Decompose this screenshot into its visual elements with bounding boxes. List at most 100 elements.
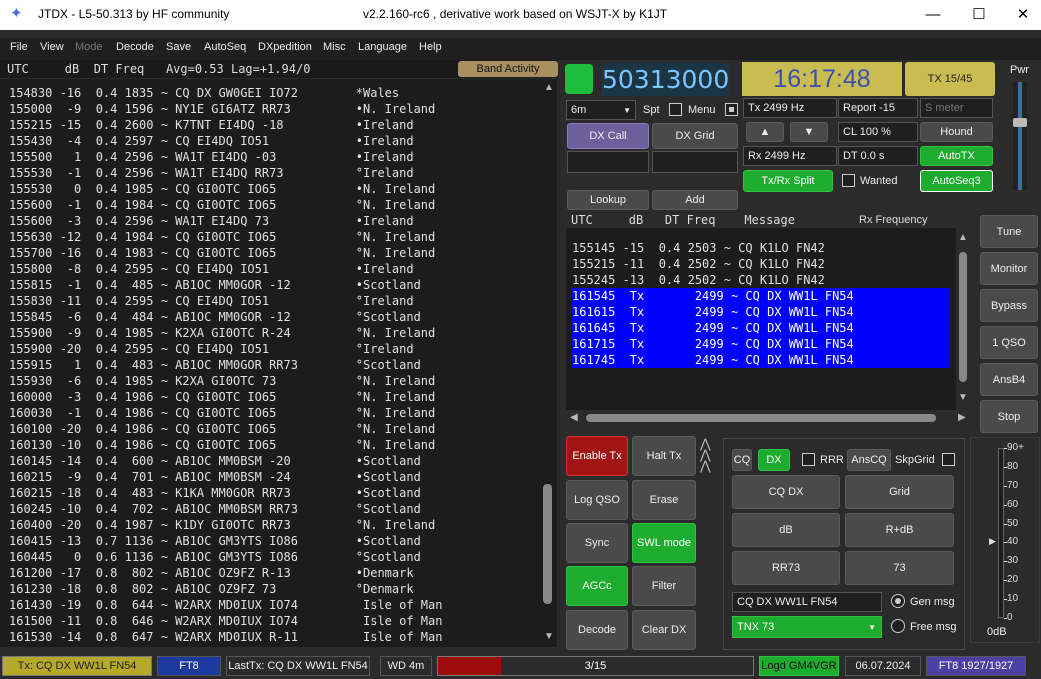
- sync-button[interactable]: Sync: [566, 523, 628, 563]
- rx-hscroll-thumb[interactable]: [586, 414, 936, 422]
- band-select[interactable]: 6m ▼: [566, 100, 636, 120]
- rx-row-tx[interactable]: 161745 Tx 2499 ~ CQ DX WW1L FN54: [572, 352, 950, 368]
- 73-button[interactable]: 73: [845, 551, 954, 585]
- dx-call-input[interactable]: [567, 151, 649, 173]
- dt-spinbox[interactable]: DT 0.0 s: [838, 146, 918, 166]
- anscq-button[interactable]: AnsCQ: [847, 449, 891, 471]
- band-activity-row[interactable]: 160030 -1 0.4 1986 ~ CQ GI0OTC IO65 °N. …: [9, 405, 435, 421]
- enable-tx-button[interactable]: Enable Tx: [566, 436, 628, 476]
- band-activity-row[interactable]: 160145 -14 0.4 600 ~ AB1OC MM0BSM -20 •S…: [9, 453, 421, 469]
- freq-down-button[interactable]: ▼: [790, 122, 828, 142]
- band-activity-row[interactable]: 160415 -13 0.7 1136 ~ AB1OC GM3YTS IO86 …: [9, 533, 421, 549]
- halt-tx-button[interactable]: Halt Tx: [632, 436, 696, 476]
- menu-save[interactable]: Save: [166, 41, 191, 53]
- autoseq3-button[interactable]: AutoSeq3: [920, 170, 993, 192]
- rx-row-tx[interactable]: 161545 Tx 2499 ~ CQ DX WW1L FN54: [572, 288, 950, 304]
- erase-button[interactable]: Erase: [632, 480, 696, 520]
- minimize-button[interactable]: —: [910, 0, 956, 30]
- band-activity-row[interactable]: 160215 -9 0.4 701 ~ AB1OC MM0BSM -24 •Sc…: [9, 469, 421, 485]
- band-activity-row[interactable]: 155700 -16 0.4 1983 ~ CQ GI0OTC IO65 °N.…: [9, 245, 435, 261]
- band-activity-row[interactable]: 160245 -10 0.4 702 ~ AB1OC MM0BSM RR73 °…: [9, 501, 421, 517]
- band-activity-row[interactable]: 161500 -11 0.8 646 ~ W2ARX MD0IUX IO74 I…: [9, 613, 442, 629]
- autotx-button[interactable]: AutoTX: [920, 146, 993, 166]
- monitor-button[interactable]: Monitor: [980, 252, 1038, 285]
- cq-button[interactable]: CQ: [732, 449, 752, 471]
- band-activity-row[interactable]: 160000 -3 0.4 1986 ~ CQ GI0OTC IO65 °N. …: [9, 389, 435, 405]
- menu-file[interactable]: File: [10, 41, 28, 53]
- menu-autoseq[interactable]: AutoSeq: [204, 41, 246, 53]
- skpgrid-checkbox[interactable]: [942, 453, 955, 466]
- close-button[interactable]: ✕: [1000, 0, 1041, 30]
- scroll-up-icon[interactable]: ▲: [958, 232, 968, 243]
- band-activity-row[interactable]: 160100 -20 0.4 1986 ~ CQ GI0OTC IO65 °N.…: [9, 421, 435, 437]
- report-spinbox[interactable]: Report -15: [838, 98, 918, 118]
- menu-help[interactable]: Help: [419, 41, 442, 53]
- band-activity-row[interactable]: 155900 -9 0.4 1985 ~ K2XA GI0OTC R-24 °N…: [9, 325, 435, 341]
- menu-checkbox[interactable]: [725, 103, 738, 116]
- tune-button[interactable]: Tune: [980, 215, 1038, 248]
- band-activity-row[interactable]: 155900 -20 0.4 2595 ~ CQ EI4DQ IO51 °Ire…: [9, 341, 414, 357]
- tx-frequency-spinbox[interactable]: Tx 2499 Hz: [743, 98, 837, 118]
- scroll-down-icon[interactable]: ▼: [544, 631, 554, 642]
- power-slider[interactable]: [1013, 82, 1027, 190]
- band-activity-row[interactable]: 155530 0 0.4 1985 ~ CQ GI0OTC IO65 •N. I…: [9, 181, 435, 197]
- band-activity-list[interactable]: 154830 -16 0.4 1835 ~ CQ DX GW0GEI IO72 …: [0, 79, 540, 647]
- db-button[interactable]: dB: [732, 513, 840, 547]
- rx-row-tx[interactable]: 161645 Tx 2499 ~ CQ DX WW1L FN54: [572, 320, 950, 336]
- band-activity-row[interactable]: 161230 -18 0.8 802 ~ AB1OC OZ9FZ 73 °Den…: [9, 581, 414, 597]
- rx-hscrollbar[interactable]: ◀ ▶: [566, 410, 970, 426]
- lookup-button[interactable]: Lookup: [567, 190, 649, 210]
- dx-grid-button[interactable]: DX Grid: [652, 123, 738, 149]
- cl-spinbox[interactable]: CL 100 %: [838, 122, 918, 142]
- band-activity-scrollbar[interactable]: ▲ ▼: [540, 79, 557, 647]
- band-activity-row[interactable]: 155215 -15 0.4 2600 ~ K7TNT EI4DQ -18 •I…: [9, 117, 414, 133]
- menu-misc[interactable]: Misc: [323, 41, 346, 53]
- tx-rx-split-button[interactable]: Tx/Rx Split: [743, 170, 833, 192]
- bypass-button[interactable]: Bypass: [980, 289, 1038, 322]
- rx-row[interactable]: 155245 -13 0.4 2502 ~ CQ K1LO FN42: [572, 272, 950, 288]
- filter-button[interactable]: Filter: [632, 566, 696, 606]
- rx-vscrollbar[interactable]: ▲ ▼: [956, 232, 970, 408]
- rx-row-tx[interactable]: 161615 Tx 2499 ~ CQ DX WW1L FN54: [572, 304, 950, 320]
- band-activity-row[interactable]: 155830 -11 0.4 2595 ~ CQ EI4DQ IO51 °Ire…: [9, 293, 414, 309]
- band-activity-row[interactable]: 155530 -1 0.4 2596 ~ WA1T EI4DQ RR73 °Ir…: [9, 165, 414, 181]
- decode-button[interactable]: Decode: [566, 610, 628, 650]
- rx-row-tx[interactable]: 161715 Tx 2499 ~ CQ DX WW1L FN54: [572, 336, 950, 352]
- band-activity-row[interactable]: 161430 -19 0.8 644 ~ W2ARX MD0IUX IO74 I…: [9, 597, 442, 613]
- tab-arrows-icon[interactable]: ⋀ ⋀ ⋀: [700, 437, 711, 472]
- band-activity-row[interactable]: 160215 -18 0.4 483 ~ K1KA MM0GOR RR73 •S…: [9, 485, 421, 501]
- band-activity-row[interactable]: 155915 1 0.4 483 ~ AB1OC MM0GOR RR73 °Sc…: [9, 357, 421, 373]
- maximize-button[interactable]: ☐: [956, 0, 1002, 30]
- power-slider-knob[interactable]: [1013, 118, 1027, 127]
- band-activity-row[interactable]: 155430 -4 0.4 2597 ~ CQ EI4DQ IO51 •Irel…: [9, 133, 414, 149]
- grid-button[interactable]: Grid: [845, 475, 954, 509]
- free-msg-radio[interactable]: [891, 619, 905, 633]
- one-qso-button[interactable]: 1 QSO: [980, 326, 1038, 359]
- rx-row[interactable]: 155215 -11 0.4 2502 ~ CQ K1LO FN42: [572, 256, 950, 272]
- clear-dx-button[interactable]: Clear DX: [632, 610, 696, 650]
- band-activity-row[interactable]: 155000 -9 0.4 1596 ~ NY1E GI6ATZ RR73 •N…: [9, 101, 435, 117]
- scroll-right-icon[interactable]: ▶: [958, 412, 966, 423]
- band-activity-row[interactable]: 160130 -10 0.4 1986 ~ CQ GI0OTC IO65 °N.…: [9, 437, 435, 453]
- gen-msg-radio[interactable]: [891, 594, 905, 608]
- scroll-up-icon[interactable]: ▲: [544, 82, 554, 93]
- band-activity-row[interactable]: 155630 -12 0.4 1984 ~ CQ GI0OTC IO65 °N.…: [9, 229, 435, 245]
- agcc-button[interactable]: AGCc: [566, 566, 628, 606]
- menu-mode[interactable]: Mode: [75, 41, 103, 53]
- band-activity-row[interactable]: 154830 -16 0.4 1835 ~ CQ DX GW0GEI IO72 …: [9, 85, 399, 101]
- rx-frequency-list[interactable]: 155145 -15 0.4 2503 ~ CQ K1LO FN42 155215…: [566, 228, 956, 410]
- log-qso-button[interactable]: Log QSO: [566, 480, 628, 520]
- band-activity-row[interactable]: 160445 0 0.6 1136 ~ AB1OC GM3YTS IO86 °S…: [9, 549, 421, 565]
- band-activity-row[interactable]: 155600 -3 0.4 2596 ~ WA1T EI4DQ 73 •Irel…: [9, 213, 414, 229]
- menu-language[interactable]: Language: [358, 41, 407, 53]
- cq-dx-button[interactable]: CQ DX: [732, 475, 840, 509]
- scroll-left-icon[interactable]: ◀: [570, 412, 578, 423]
- menu-dxpedition[interactable]: DXpedition: [258, 41, 312, 53]
- rx-row[interactable]: 155145 -15 0.4 2503 ~ CQ K1LO FN42: [572, 240, 950, 256]
- menu-view[interactable]: View: [40, 41, 64, 53]
- band-activity-row[interactable]: 155500 1 0.4 2596 ~ WA1T EI4DQ -03 •Irel…: [9, 149, 414, 165]
- band-activity-row[interactable]: 155845 -6 0.4 484 ~ AB1OC MM0GOR -12 °Sc…: [9, 309, 421, 325]
- stop-button[interactable]: Stop: [980, 400, 1038, 433]
- swl-mode-button[interactable]: SWL mode: [632, 523, 696, 563]
- ansb4-button[interactable]: AnsB4: [980, 363, 1038, 396]
